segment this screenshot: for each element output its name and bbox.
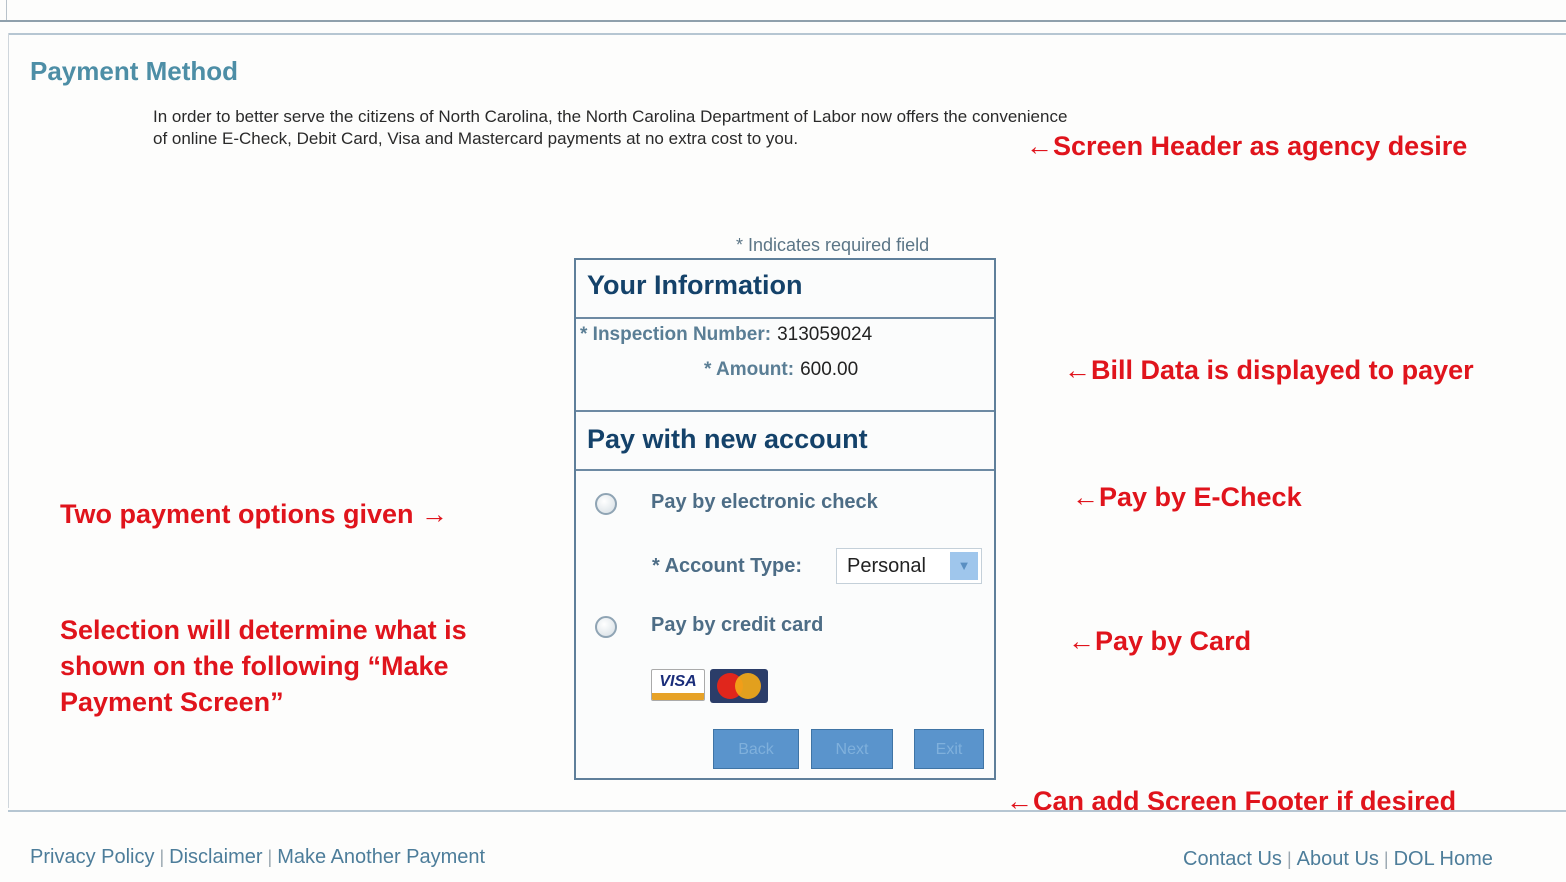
link-separator: | bbox=[1383, 849, 1389, 869]
amount-value: 600.00 bbox=[800, 359, 859, 380]
divider bbox=[576, 410, 994, 412]
frame-left-edge bbox=[6, 0, 7, 20]
visa-logo-stripe bbox=[652, 693, 704, 700]
visa-logo-text: VISA bbox=[659, 673, 697, 690]
inspection-number-value: 313059024 bbox=[777, 324, 873, 345]
dol-home-link[interactable]: DOL Home bbox=[1394, 848, 1493, 870]
inspection-number-label: * Inspection Number: bbox=[580, 324, 772, 345]
amount-label: * Amount: bbox=[704, 359, 795, 380]
footer-right-links: Contact Us | About Us | DOL Home bbox=[1183, 848, 1493, 871]
annotation-pay-card: ←Pay by Card bbox=[1068, 626, 1252, 656]
mastercard-yellow-circle bbox=[735, 673, 761, 699]
divider bbox=[576, 469, 994, 471]
intro-line-1: In order to better serve the citizens of… bbox=[153, 107, 1068, 126]
exit-button[interactable]: Exit bbox=[914, 729, 984, 769]
amount-field: * Amount: 600.00 bbox=[704, 359, 858, 381]
required-field-note: * Indicates required field bbox=[736, 235, 930, 255]
select-arrow-icon[interactable]: ▼ bbox=[950, 552, 978, 580]
about-us-link[interactable]: About Us bbox=[1297, 848, 1379, 870]
credit-card-option-label[interactable]: Pay by credit card bbox=[651, 614, 823, 637]
footer-left-links: Privacy Policy | Disclaimer | Make Another P… bbox=[30, 846, 485, 869]
make-another-payment-link[interactable]: Make Another Payment bbox=[277, 846, 485, 868]
annotation-screen-footer: ←Can add Screen Footer if desired bbox=[1006, 786, 1457, 816]
annotation-selection: Selection will determine what is shown o… bbox=[60, 612, 467, 720]
link-separator: | bbox=[267, 847, 273, 867]
disclaimer-link[interactable]: Disclaimer bbox=[169, 846, 262, 868]
annotation-bill-data: ←Bill Data is displayed to payer bbox=[1064, 355, 1474, 385]
intro-text: In order to better serve the citizens of… bbox=[153, 106, 1067, 150]
privacy-policy-link[interactable]: Privacy Policy bbox=[30, 846, 154, 868]
annotation-payment-options: Two payment options given → bbox=[60, 499, 449, 529]
top-divider bbox=[0, 20, 1566, 22]
payment-form-panel: Your Information * Inspection Number: 313… bbox=[574, 258, 996, 780]
annotation-screen-header: ←Screen Header as agency desire bbox=[1026, 131, 1468, 161]
credit-card-radio-button[interactable] bbox=[595, 616, 617, 638]
back-button[interactable]: Back bbox=[713, 729, 799, 769]
divider bbox=[576, 317, 994, 319]
section-top-border bbox=[8, 33, 1566, 35]
account-type-label: * Account Type: bbox=[652, 555, 803, 577]
echeck-radio-button[interactable] bbox=[595, 493, 617, 515]
your-information-heading: Your Information bbox=[587, 270, 803, 300]
intro-line-2: of online E-Check, Debit Card, Visa and … bbox=[153, 129, 799, 148]
page-title: Payment Method bbox=[30, 56, 239, 86]
contact-us-link[interactable]: Contact Us bbox=[1183, 848, 1282, 870]
pay-with-new-account-heading: Pay with new account bbox=[587, 424, 868, 454]
inspection-number-field: * Inspection Number: 313059024 bbox=[580, 324, 872, 346]
annotation-selection-line-2: shown on the following “Make bbox=[60, 651, 449, 681]
annotation-selection-line-3: Payment Screen” bbox=[60, 687, 284, 717]
next-button[interactable]: Next bbox=[811, 729, 893, 769]
visa-logo-icon: VISA bbox=[651, 669, 705, 701]
link-separator: | bbox=[159, 847, 165, 867]
account-type-select[interactable]: Personal ▼ bbox=[836, 548, 982, 584]
echeck-option-label[interactable]: Pay by electronic check bbox=[651, 491, 878, 514]
annotation-pay-echeck: ←Pay by E-Check bbox=[1072, 482, 1302, 512]
mastercard-logo-icon bbox=[710, 669, 768, 703]
annotation-selection-line-1: Selection will determine what is bbox=[60, 615, 467, 645]
footer-divider bbox=[8, 810, 1566, 812]
section-left-border bbox=[8, 33, 9, 808]
link-separator: | bbox=[1286, 849, 1292, 869]
account-type-value: Personal bbox=[847, 555, 926, 577]
